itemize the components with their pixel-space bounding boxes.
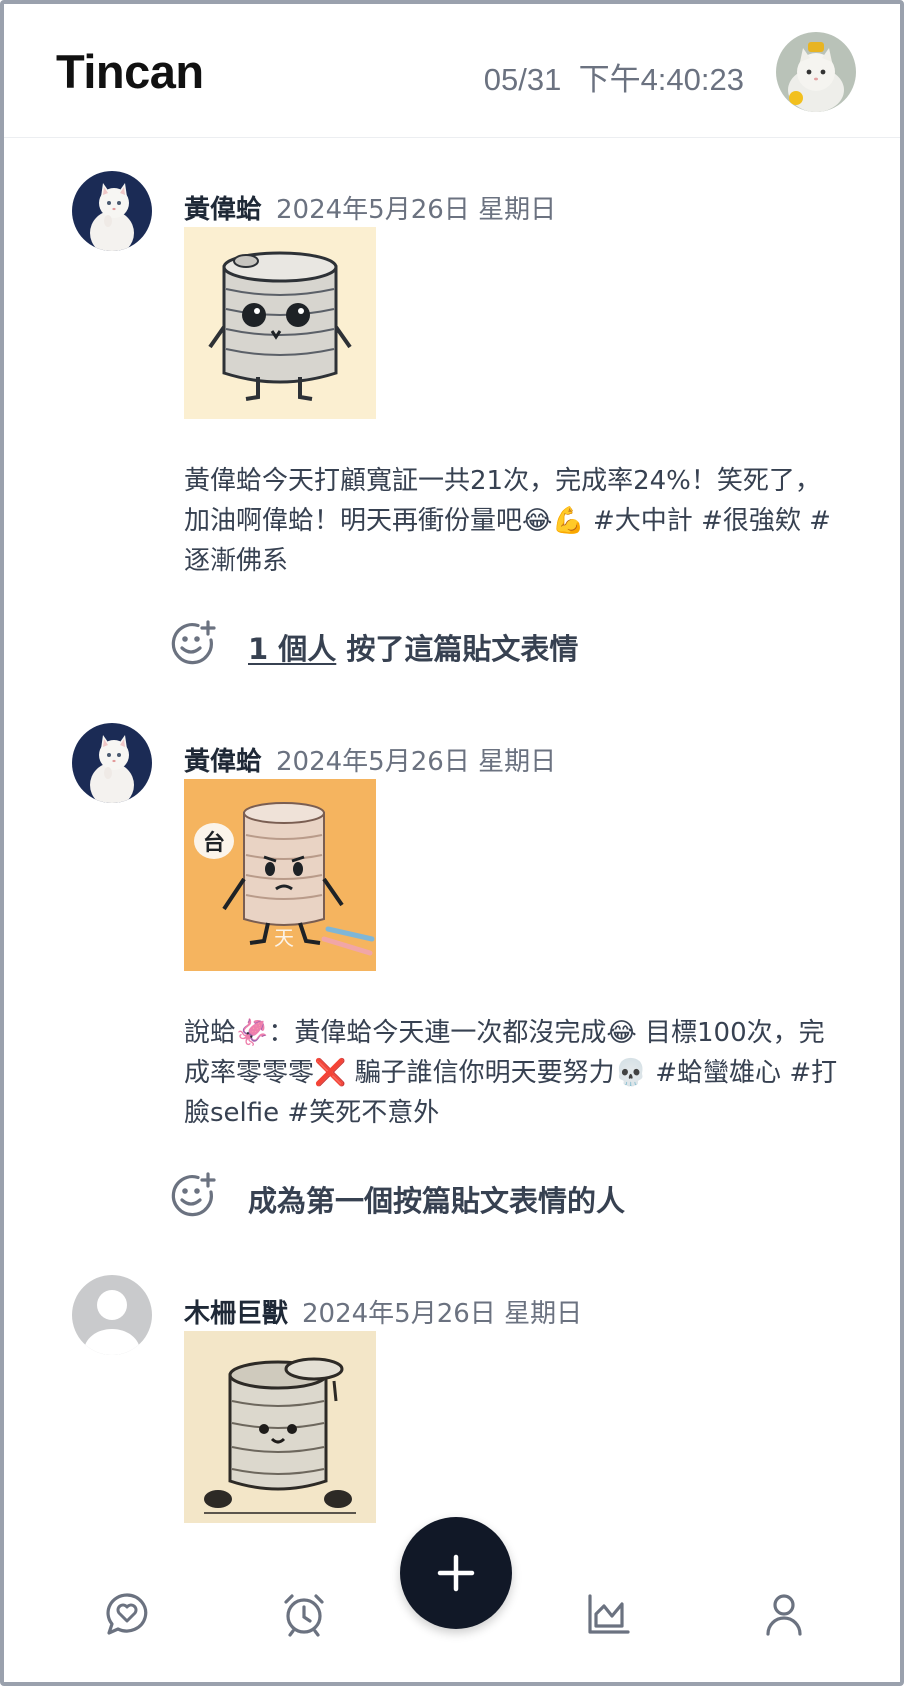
- reaction-summary: 1 個人 按了這篇貼文表情: [248, 626, 578, 668]
- reaction-suffix: 按了這篇貼文表情: [336, 632, 579, 666]
- post-content: 說蛤🦑：黃偉蛤今天連一次都沒完成😂 目標100次，完成率零零零❌ 騙子誰信你明天…: [184, 1018, 838, 1128]
- plus-icon: [437, 1554, 475, 1592]
- post-image[interactable]: [184, 227, 376, 419]
- post-image[interactable]: [184, 1331, 376, 1523]
- chat-heart-icon[interactable]: [103, 1590, 151, 1638]
- author-name[interactable]: 黃偉蛤: [184, 195, 262, 225]
- author-avatar[interactable]: [72, 1275, 152, 1355]
- post-header: 木柵巨獸 2024年5月26日 星期日: [184, 1293, 582, 1330]
- post-date: 2024年5月26日 星期日: [276, 747, 557, 777]
- user-avatar[interactable]: [776, 32, 856, 112]
- reaction-prompt[interactable]: 成為第一個按篇貼文表情的人: [248, 1178, 625, 1220]
- add-reaction-icon[interactable]: [168, 619, 216, 667]
- post-content: 黃偉蛤今天打顧寬証一共21次，完成率24%！笑死了，加油啊偉蛤！明天再衝份量吧😂…: [184, 466, 831, 576]
- add-reaction-icon[interactable]: [168, 1171, 216, 1219]
- post-feed[interactable]: 黃偉蛤 2024年5月26日 星期日 黃偉蛤今天打顧寬証一共21次，完成率24%…: [4, 139, 900, 1549]
- app-title: Tincan: [56, 45, 204, 98]
- post-header: 黃偉蛤 2024年5月26日 星期日: [184, 741, 556, 778]
- post-image[interactable]: 台 天: [184, 779, 376, 971]
- cat-avatar-icon: [776, 32, 856, 112]
- default-avatar-icon: [72, 1275, 152, 1355]
- author-name[interactable]: 木柵巨獸: [184, 1299, 288, 1329]
- author-avatar[interactable]: [72, 723, 152, 803]
- post-date: 2024年5月26日 星期日: [276, 195, 557, 225]
- chalk-caption: 天: [274, 926, 294, 950]
- tin-can-sketch-image: [184, 227, 376, 419]
- open-tin-can-sketch-image: [184, 1331, 376, 1523]
- app-frame: Tincan 05/31 下午4:40:23 黃偉蛤 2024年5月26日 星期…: [0, 0, 904, 1686]
- white-cat-avatar-icon: [72, 171, 152, 251]
- top-bar: Tincan 05/31 下午4:40:23: [4, 4, 900, 138]
- author-name[interactable]: 黃偉蛤: [184, 747, 262, 777]
- sad-tin-can-image: 台 天: [184, 779, 376, 971]
- add-post-button[interactable]: [400, 1517, 512, 1629]
- speech-glyph: 台: [203, 830, 225, 856]
- alarm-clock-icon[interactable]: [280, 1590, 328, 1638]
- profile-icon[interactable]: [760, 1590, 808, 1638]
- current-time: 05/31 下午4:40:23: [483, 62, 744, 97]
- post-date: 2024年5月26日 星期日: [302, 1299, 583, 1329]
- author-avatar[interactable]: [72, 171, 152, 251]
- white-cat-avatar-icon: [72, 723, 152, 803]
- reaction-count-link[interactable]: 1 個人: [248, 632, 336, 666]
- post-header: 黃偉蛤 2024年5月26日 星期日: [184, 189, 556, 226]
- chart-icon[interactable]: [584, 1590, 632, 1638]
